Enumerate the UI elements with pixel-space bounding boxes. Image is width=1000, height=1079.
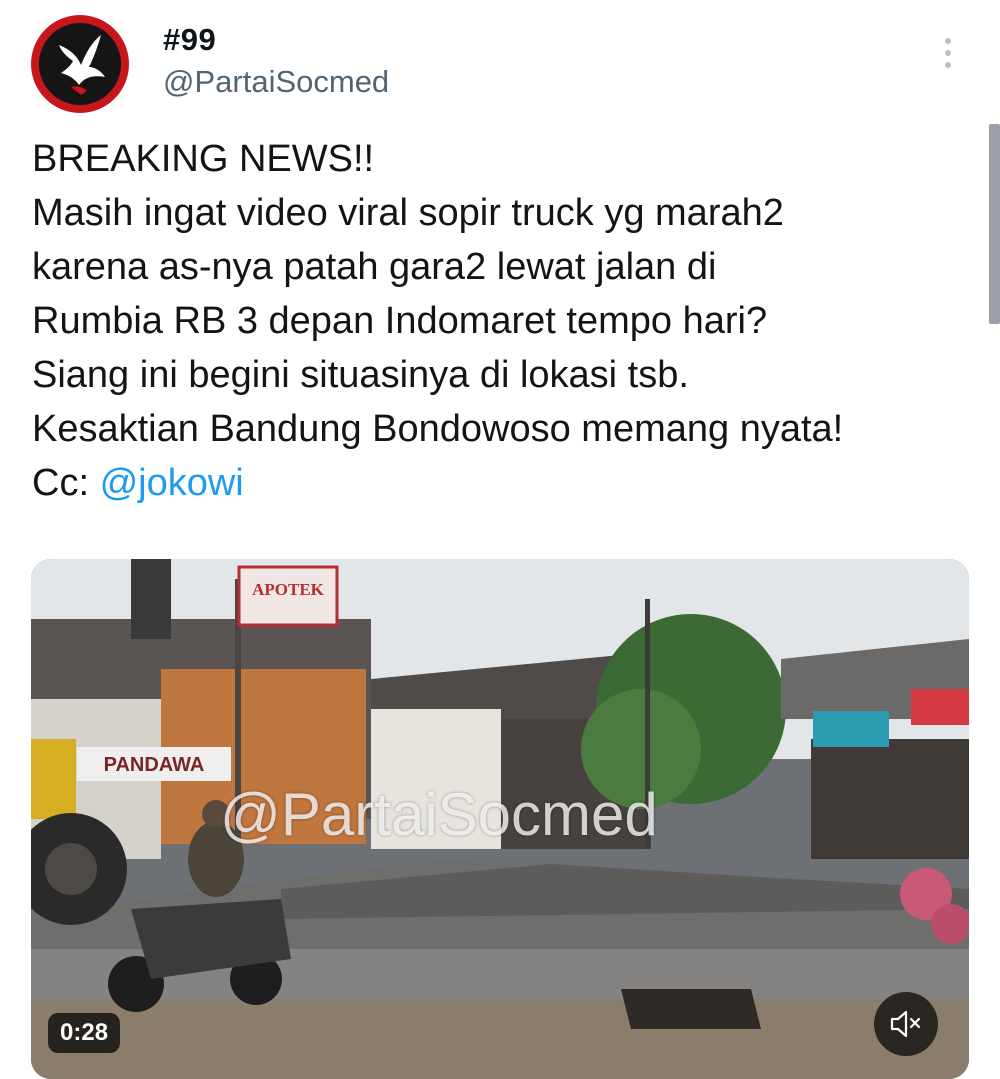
tweet-line: Siang ini begini situasinya di lokasi ts…: [32, 354, 689, 396]
tweet-line: Masih ingat video viral sopir truck yg m…: [32, 192, 784, 234]
tweet-line: Rumbia RB 3 depan Indomaret tempo hari?: [32, 300, 768, 342]
mute-button[interactable]: [874, 992, 938, 1056]
more-vertical-icon: [945, 38, 951, 44]
dove-logo-icon: [59, 35, 105, 95]
video-duration-badge: 0:28: [48, 1013, 121, 1053]
more-options-button[interactable]: [936, 38, 960, 74]
pandawa-sign-text: PANDAWA: [104, 754, 205, 776]
video-watermark: @PartaiSocmed: [220, 781, 658, 848]
volume-muted-icon: [890, 1010, 921, 1038]
apotek-sign-text: APOTEK: [252, 580, 325, 599]
tweet-line: karena as-nya patah gara2 lewat jalan di: [32, 246, 717, 288]
tweet-line: BREAKING NEWS!!: [32, 138, 375, 180]
more-dot: [945, 62, 951, 68]
avatar[interactable]: [31, 15, 129, 113]
user-handle[interactable]: @PartaiSocmed: [163, 64, 389, 100]
tweet-line: Kesaktian Bandung Bondowoso memang nyata…: [32, 408, 844, 450]
more-dot: [945, 50, 951, 56]
cc-label: Cc:: [32, 462, 100, 504]
scrollbar[interactable]: [989, 124, 1000, 324]
tweet-text: BREAKING NEWS!! Masih ingat video viral …: [32, 132, 982, 510]
mention-link[interactable]: @jokowi: [100, 462, 244, 504]
display-name[interactable]: #99: [163, 22, 216, 58]
